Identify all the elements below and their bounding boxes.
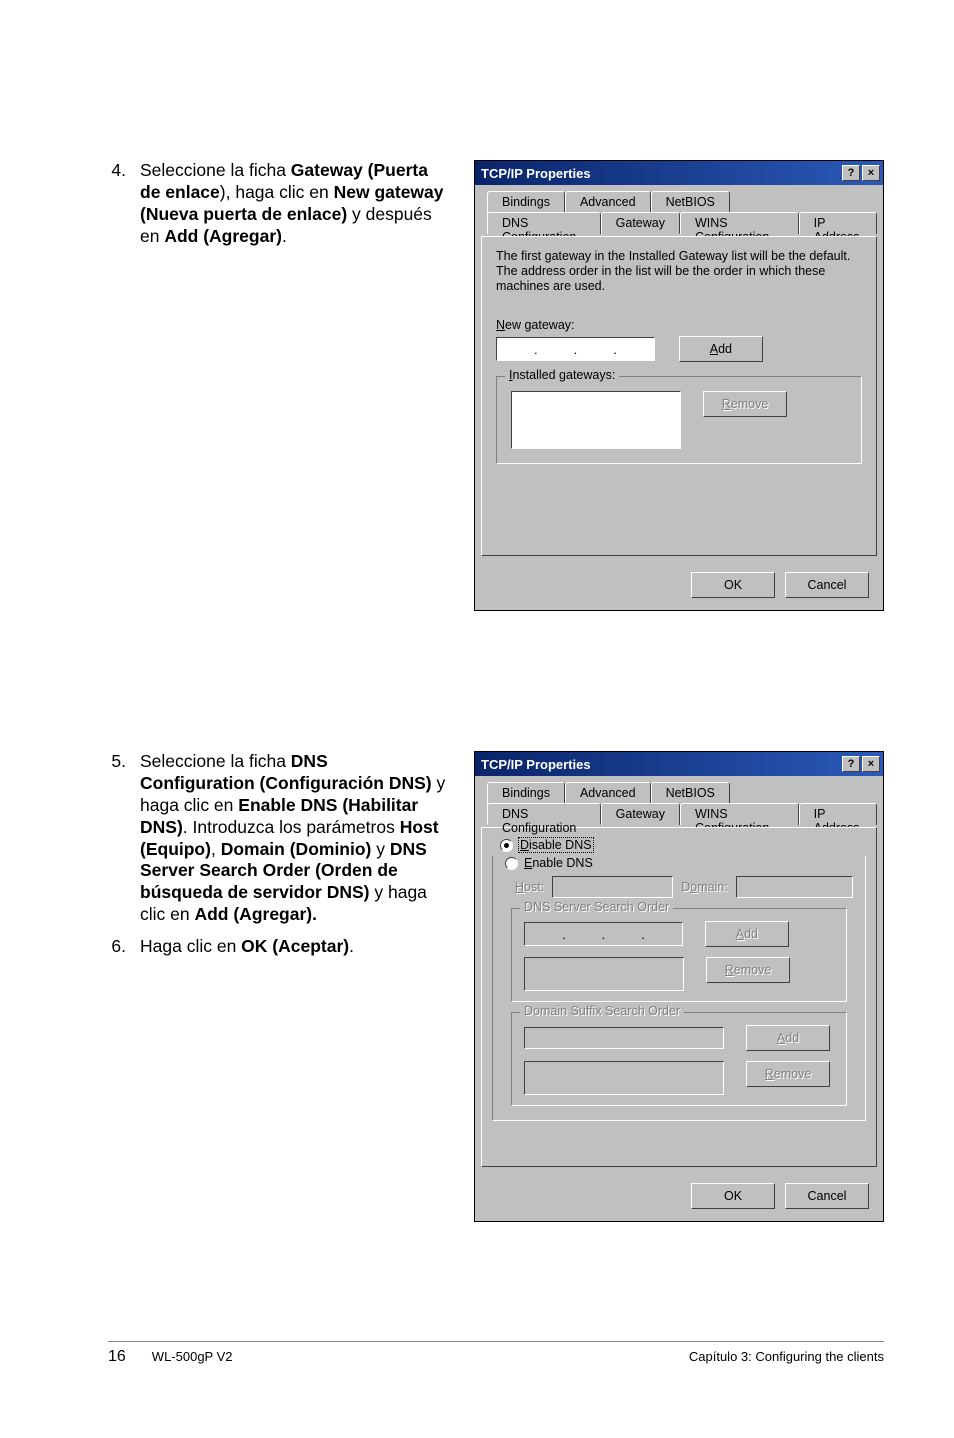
tab-wins-configuration[interactable]: WINS Configuration (680, 212, 799, 234)
footer-model: WL-500gP V2 (152, 1349, 233, 1364)
step-number: 5. (108, 751, 126, 926)
host-label: Host: (515, 880, 544, 894)
host-input[interactable] (552, 876, 673, 898)
tabpage-dns: Disable DNS Enable DNS Host: Domain: (481, 827, 877, 1167)
new-gateway-ip-input[interactable]: . . . (496, 337, 655, 361)
cancel-button[interactable]: Cancel (785, 1183, 869, 1209)
tabpage-gateway: The first gateway in the Installed Gatew… (481, 236, 877, 556)
ok-button[interactable]: OK (691, 1183, 775, 1209)
tab-gateway[interactable]: Gateway (601, 803, 680, 825)
tcpip-properties-dns-dialog: TCP/IP Properties ? × Bindings Advanced … (474, 751, 884, 1222)
ip-octet-3[interactable] (606, 924, 640, 944)
remove-gateway-button[interactable]: Remove (703, 391, 787, 417)
page-number: 16 (108, 1348, 126, 1366)
step-body: Seleccione la ficha DNS Configuration (C… (140, 751, 446, 926)
add-gateway-button[interactable]: Add (679, 336, 763, 362)
ip-octet-1[interactable] (499, 339, 533, 359)
ip-octet-1[interactable] (527, 924, 561, 944)
tab-dns-configuration[interactable]: DNS Configuration (487, 212, 601, 234)
dialog-title: TCP/IP Properties (481, 757, 591, 772)
help-button[interactable]: ? (842, 756, 860, 772)
tab-advanced[interactable]: Advanced (565, 782, 651, 804)
titlebar: TCP/IP Properties ? × (475, 752, 883, 776)
domain-suffix-search-order-label: Domain Suffix Search Order (520, 1004, 684, 1018)
tab-bindings[interactable]: Bindings (487, 191, 565, 213)
add-domain-suffix-button[interactable]: Add (746, 1025, 830, 1051)
tab-ip-address[interactable]: IP Address (799, 803, 877, 825)
row-step4: 4. Seleccione la ficha Gateway (Puerta d… (108, 160, 884, 611)
tab-bindings[interactable]: Bindings (487, 782, 565, 804)
page-footer: 16 WL-500gP V2 Capítulo 3: Configuring t… (108, 1341, 884, 1366)
step-6: 6. Haga clic en OK (Aceptar). (108, 936, 446, 958)
tab-wins-configuration[interactable]: WINS Configuration (680, 803, 799, 825)
installed-gateways-list[interactable] (511, 391, 681, 449)
dialog-title: TCP/IP Properties (481, 166, 591, 181)
domain-suffix-input[interactable] (524, 1027, 724, 1049)
close-button[interactable]: × (862, 756, 880, 772)
step-number: 6. (108, 936, 126, 958)
tab-netbios[interactable]: NetBIOS (651, 191, 730, 213)
cancel-button[interactable]: Cancel (785, 572, 869, 598)
installed-gateways-label: Installed gateways: (505, 368, 619, 382)
ip-octet-4[interactable] (618, 339, 652, 359)
enable-dns-radio[interactable]: Enable DNS (505, 856, 853, 870)
new-gateway-label: New gateway: (496, 318, 862, 332)
domain-input[interactable] (736, 876, 853, 898)
gateway-info-text: The first gateway in the Installed Gatew… (496, 249, 862, 294)
ip-octet-2[interactable] (539, 339, 573, 359)
titlebar: TCP/IP Properties ? × (475, 161, 883, 185)
help-button[interactable]: ? (842, 165, 860, 181)
domain-suffix-list[interactable] (524, 1061, 724, 1095)
close-button[interactable]: × (862, 165, 880, 181)
tcpip-properties-gateway-dialog: TCP/IP Properties ? × Bindings Advanced … (474, 160, 884, 611)
disable-dns-radio[interactable]: Disable DNS (500, 838, 866, 852)
enable-dns-section: Enable DNS Host: Domain: DNS Server Sear… (492, 856, 866, 1121)
installed-gateways-group: Installed gateways: Remove (496, 376, 862, 464)
step-5: 5. Seleccione la ficha DNS Configuration… (108, 751, 446, 926)
row-step5: 5. Seleccione la ficha DNS Configuration… (108, 751, 884, 1222)
domain-label: Domain: (681, 880, 728, 894)
ok-button[interactable]: OK (691, 572, 775, 598)
tab-gateway[interactable]: Gateway (601, 212, 680, 234)
step-number: 4. (108, 160, 126, 248)
tab-dns-configuration[interactable]: DNS Configuration (487, 803, 601, 825)
footer-chapter: Capítulo 3: Configuring the clients (689, 1349, 884, 1364)
tab-netbios[interactable]: NetBIOS (651, 782, 730, 804)
dns-server-search-order-label: DNS Server Search Order (520, 900, 673, 914)
add-dns-server-button[interactable]: Add (705, 921, 789, 947)
step-body: Haga clic en OK (Aceptar). (140, 936, 446, 958)
tab-advanced[interactable]: Advanced (565, 191, 651, 213)
ip-octet-4[interactable] (646, 924, 680, 944)
dns-server-ip-input[interactable]: . . . (524, 922, 683, 946)
remove-dns-server-button[interactable]: Remove (706, 957, 790, 983)
dns-server-search-order-group: DNS Server Search Order . . . Add (511, 908, 847, 1002)
tabs: Bindings Advanced NetBIOS DNS Configurat… (481, 191, 877, 237)
ip-octet-3[interactable] (578, 339, 612, 359)
tab-ip-address[interactable]: IP Address (799, 212, 877, 234)
remove-domain-suffix-button[interactable]: Remove (746, 1061, 830, 1087)
ip-octet-2[interactable] (567, 924, 601, 944)
tabs: Bindings Advanced NetBIOS DNS Configurat… (481, 782, 877, 828)
page: 4. Seleccione la ficha Gateway (Puerta d… (0, 0, 954, 1438)
dns-server-list[interactable] (524, 957, 684, 991)
step-body: Seleccione la ficha Gateway (Puerta de e… (140, 160, 446, 248)
step-4: 4. Seleccione la ficha Gateway (Puerta d… (108, 160, 446, 248)
domain-suffix-search-order-group: Domain Suffix Search Order Add Remove (511, 1012, 847, 1106)
